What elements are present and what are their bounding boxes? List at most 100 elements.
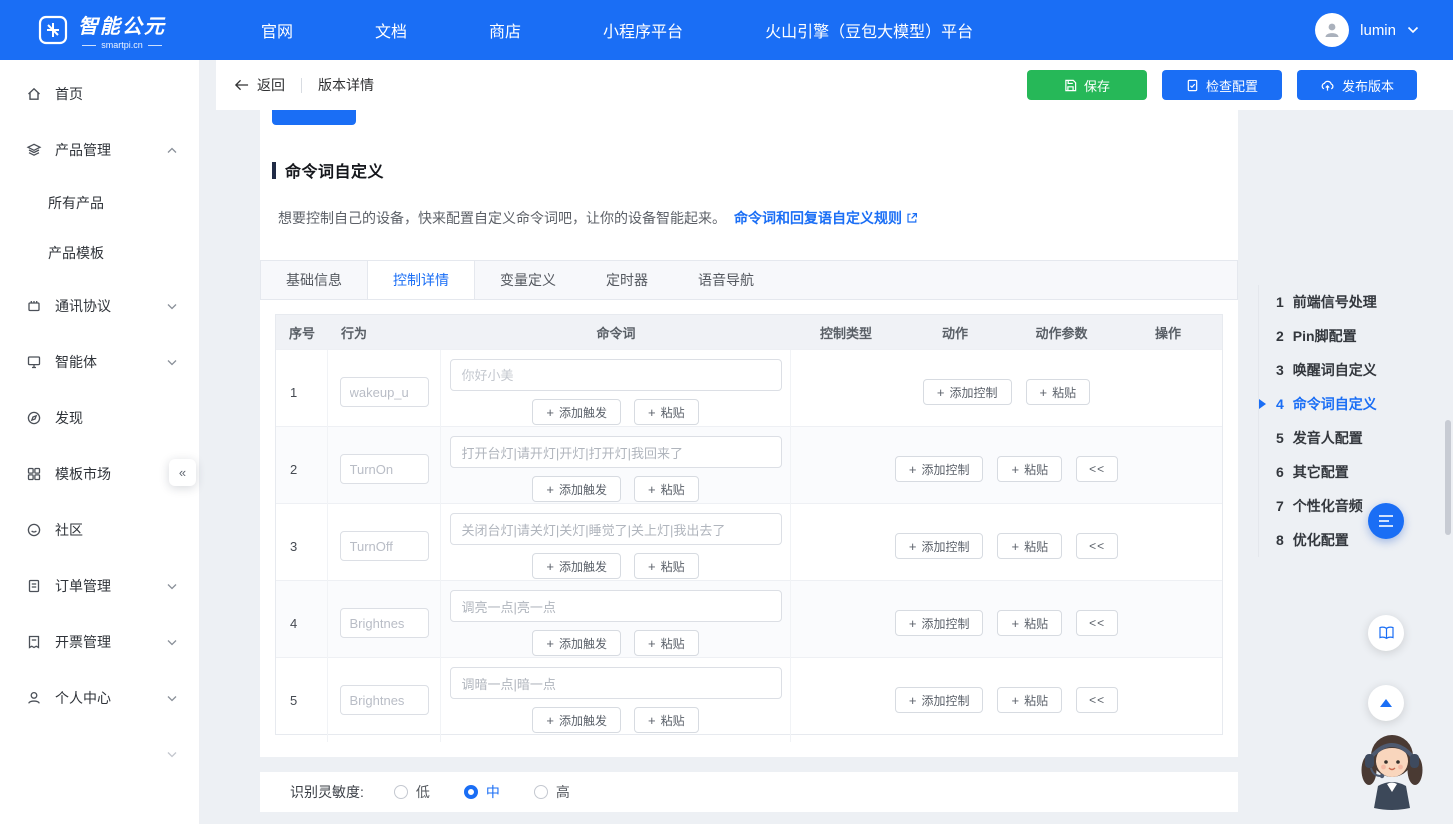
radio-high[interactable]: 高 bbox=[534, 782, 570, 802]
collapse-row-button[interactable]: << bbox=[1076, 456, 1118, 482]
step-item-1[interactable]: 1前端信号处理 bbox=[1276, 285, 1438, 319]
collapse-row-button[interactable]: << bbox=[1076, 687, 1118, 713]
nav-item-store[interactable]: 商店 bbox=[489, 18, 521, 42]
column-header-behavior: 行为 bbox=[328, 323, 441, 342]
sidebar-item-invoice-management[interactable]: 开票管理 bbox=[0, 614, 199, 670]
chevron-down-icon bbox=[167, 639, 177, 646]
radio-low[interactable]: 低 bbox=[394, 782, 430, 802]
check-config-icon bbox=[1186, 79, 1199, 92]
publish-version-button[interactable]: 发布版本 bbox=[1297, 70, 1417, 100]
sidebar-item-profile[interactable]: 个人中心 bbox=[0, 670, 199, 726]
step-label: Pin脚配置 bbox=[1293, 326, 1357, 346]
command-input[interactable] bbox=[450, 590, 782, 622]
add-trigger-button[interactable]: +添加触发 bbox=[532, 707, 621, 733]
behavior-input[interactable] bbox=[340, 531, 429, 561]
sidebar-item-agent[interactable]: 智能体 bbox=[0, 334, 199, 390]
paste-button[interactable]: +粘贴 bbox=[1026, 379, 1091, 405]
rules-link[interactable]: 命令词和回复语自定义规则 bbox=[734, 208, 918, 228]
step-number: 6 bbox=[1276, 464, 1284, 480]
add-control-button[interactable]: +添加控制 bbox=[895, 456, 984, 482]
paste-button[interactable]: +粘贴 bbox=[634, 630, 699, 656]
paste-button[interactable]: +粘贴 bbox=[634, 553, 699, 579]
sidebar-item-order-management[interactable]: 订单管理 bbox=[0, 558, 199, 614]
fab-manual-button[interactable] bbox=[1368, 615, 1404, 651]
tab-timer[interactable]: 定时器 bbox=[581, 261, 673, 299]
step-item-7[interactable]: 7个性化音频 bbox=[1276, 489, 1438, 523]
sidebar-item-product-templates[interactable]: 产品模板 bbox=[0, 228, 199, 278]
step-item-4[interactable]: 4命令词自定义 bbox=[1276, 387, 1438, 421]
nav-item-miniapp-platform[interactable]: 小程序平台 bbox=[603, 18, 683, 42]
step-item-6[interactable]: 6 其它配置 bbox=[1276, 455, 1438, 489]
paste-button[interactable]: +粘贴 bbox=[997, 533, 1062, 559]
section-title: 命令词自定义 bbox=[272, 158, 384, 182]
logo[interactable]: 智能公元 smartpi.cn bbox=[38, 10, 213, 50]
step-label: 其它配置 bbox=[1293, 462, 1349, 482]
step-item-3[interactable]: 3唤醒词自定义 bbox=[1276, 353, 1438, 387]
tab-control-detail[interactable]: 控制详情 bbox=[367, 261, 475, 299]
tab-voice-navigation[interactable]: 语音导航 bbox=[673, 261, 779, 299]
add-trigger-button[interactable]: +添加触发 bbox=[532, 630, 621, 656]
tab-basic-info[interactable]: 基础信息 bbox=[261, 261, 367, 299]
paste-button[interactable]: +粘贴 bbox=[997, 456, 1062, 482]
sidebar-item-community[interactable]: 社区 bbox=[0, 502, 199, 558]
add-trigger-button[interactable]: +添加触发 bbox=[532, 476, 621, 502]
fab-list-button[interactable] bbox=[1368, 503, 1404, 539]
add-trigger-button[interactable]: +添加触发 bbox=[532, 553, 621, 579]
tab-variable-definition[interactable]: 变量定义 bbox=[475, 261, 581, 299]
add-control-button[interactable]: +添加控制 bbox=[895, 687, 984, 713]
radio-label: 中 bbox=[486, 782, 500, 802]
save-button[interactable]: 保存 bbox=[1027, 70, 1147, 100]
command-input[interactable] bbox=[450, 436, 782, 468]
add-control-button[interactable]: +添加控制 bbox=[923, 379, 1012, 405]
column-header-control-type: 控制类型 bbox=[791, 323, 901, 342]
back-button[interactable]: 返回 bbox=[234, 75, 285, 95]
collapse-row-button[interactable]: << bbox=[1076, 533, 1118, 559]
paste-button[interactable]: +粘贴 bbox=[634, 707, 699, 733]
user-menu-chevron-icon bbox=[1407, 26, 1419, 34]
sidebar-item-discover[interactable]: 发现 bbox=[0, 390, 199, 446]
nav-item-volcano-platform[interactable]: 火山引擎（豆包大模型）平台 bbox=[765, 18, 973, 42]
add-control-button[interactable]: +添加控制 bbox=[895, 533, 984, 559]
paste-label: 粘贴 bbox=[661, 712, 685, 729]
behavior-input[interactable] bbox=[340, 608, 429, 638]
command-input[interactable] bbox=[450, 359, 782, 391]
assistant-avatar[interactable] bbox=[1360, 728, 1424, 812]
paste-button[interactable]: +粘贴 bbox=[634, 399, 699, 425]
step-item-2[interactable]: 2Pin脚配置 bbox=[1276, 319, 1438, 353]
up-arrow-icon bbox=[1380, 699, 1392, 707]
scrolled-button-partial[interactable] bbox=[272, 110, 356, 125]
command-input[interactable] bbox=[450, 667, 782, 699]
sidebar-collapse-handle[interactable]: « bbox=[169, 459, 196, 486]
sidebar-item-protocol[interactable]: 通讯协议 bbox=[0, 278, 199, 334]
publish-version-button-label: 发布版本 bbox=[1342, 76, 1394, 95]
plus-icon: + bbox=[546, 637, 554, 650]
row-index: 4 bbox=[276, 581, 328, 665]
scrollbar-thumb[interactable] bbox=[1445, 420, 1451, 535]
sidebar-item-all-products[interactable]: 所有产品 bbox=[0, 178, 199, 228]
user-menu[interactable]: lumin bbox=[1315, 13, 1419, 47]
sidebar-item-home[interactable]: 首页 bbox=[0, 66, 199, 122]
collapse-row-button[interactable]: << bbox=[1076, 610, 1118, 636]
command-input[interactable] bbox=[450, 513, 782, 545]
plus-icon: + bbox=[1040, 386, 1048, 399]
paste-button[interactable]: +粘贴 bbox=[997, 687, 1062, 713]
behavior-input[interactable] bbox=[340, 454, 429, 484]
back-to-top-button[interactable] bbox=[1368, 685, 1404, 721]
step-item-8[interactable]: 8优化配置 bbox=[1276, 523, 1438, 557]
sidebar-item-more[interactable] bbox=[0, 726, 199, 782]
paste-button[interactable]: +粘贴 bbox=[997, 610, 1062, 636]
step-item-5[interactable]: 5发音人配置 bbox=[1276, 421, 1438, 455]
check-config-button[interactable]: 检查配置 bbox=[1162, 70, 1282, 100]
nav-item-official-site[interactable]: 官网 bbox=[261, 18, 293, 42]
step-number: 8 bbox=[1276, 532, 1284, 548]
logo-dash bbox=[82, 45, 96, 46]
add-trigger-button[interactable]: +添加触发 bbox=[532, 399, 621, 425]
radio-medium[interactable]: 中 bbox=[464, 782, 500, 802]
nav-item-docs[interactable]: 文档 bbox=[375, 18, 407, 42]
sidebar-item-product-management[interactable]: 产品管理 bbox=[0, 122, 199, 178]
add-control-button[interactable]: +添加控制 bbox=[895, 610, 984, 636]
behavior-input[interactable] bbox=[340, 377, 429, 407]
paste-button[interactable]: +粘贴 bbox=[634, 476, 699, 502]
page-header: 返回 版本详情 保存 检查配置 发布版本 bbox=[216, 60, 1453, 110]
behavior-input[interactable] bbox=[340, 685, 429, 715]
